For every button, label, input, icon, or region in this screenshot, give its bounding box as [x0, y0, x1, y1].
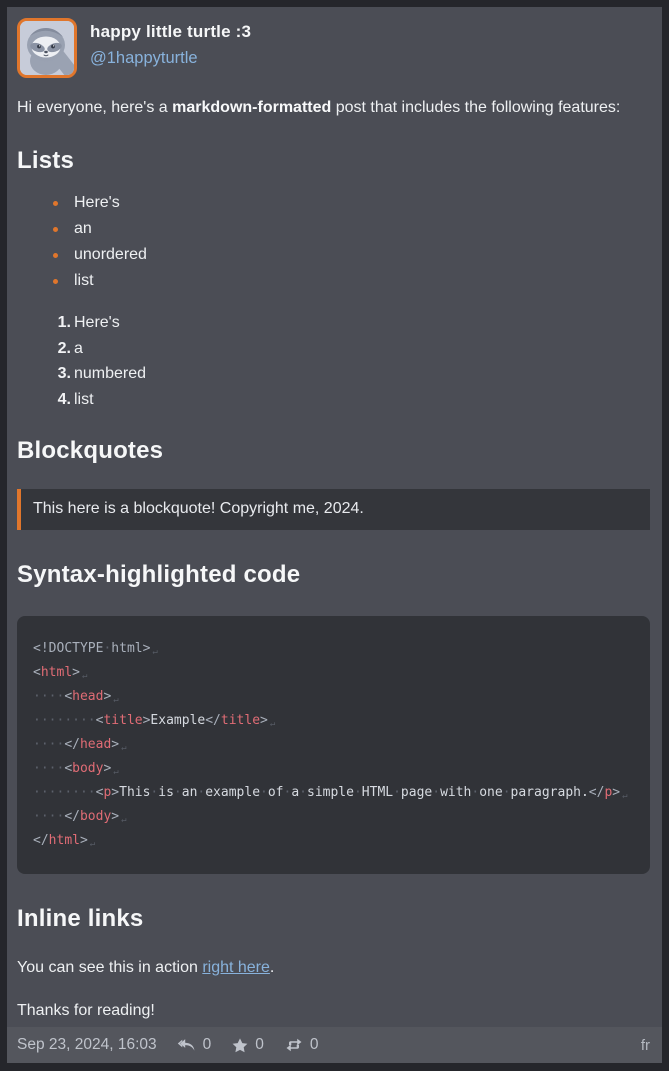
code-line: ····</head>↵	[33, 733, 634, 757]
code-line: ····</body>↵	[33, 805, 634, 829]
blockquote: This here is a blockquote! Copyright me,…	[17, 489, 650, 530]
list-text: list	[74, 391, 94, 408]
link-paragraph: You can see this in action right here.	[17, 955, 650, 981]
post-card: happy little turtle :3 @1happyturtle Hi …	[7, 7, 662, 1063]
ordered-list: 1.Here's 2.a 3.numbered 4.list	[17, 310, 650, 412]
lists-heading: Lists	[17, 147, 650, 175]
reply-count: 0	[203, 1036, 212, 1054]
post-footer: Sep 23, 2024, 16:03 0 0	[7, 1027, 662, 1063]
timestamp[interactable]: Sep 23, 2024, 16:03	[17, 1036, 157, 1054]
list-item: 3.numbered	[17, 361, 650, 387]
code-line: <html>↵	[33, 661, 634, 685]
boost-icon	[285, 1038, 310, 1052]
post-body: Hi everyone, here's a markdown-formatted…	[7, 78, 662, 1024]
code-line: ····<head>↵	[33, 685, 634, 709]
favorite-button[interactable]: 0	[232, 1036, 264, 1054]
list-number: 3.	[58, 361, 71, 387]
code-line: <!DOCTYPE·html>↵	[33, 637, 634, 661]
list-item: 1.Here's	[17, 310, 650, 336]
unordered-list: Here's an unordered list	[17, 190, 650, 294]
code-line: ········<title>Example</title>↵	[33, 709, 634, 733]
star-icon	[232, 1038, 255, 1053]
inline-links-heading: Inline links	[17, 905, 650, 933]
favorite-count: 0	[255, 1036, 264, 1054]
newline-marker-icon: ↵	[90, 839, 95, 849]
newline-marker-icon: ↵	[121, 815, 126, 825]
list-item: Here's	[17, 190, 650, 216]
intro-text-before: Hi everyone, here's a	[17, 99, 172, 116]
newline-marker-icon: ↵	[82, 671, 87, 681]
newline-marker-icon: ↵	[152, 647, 157, 657]
newline-marker-icon: ↵	[622, 791, 627, 801]
intro-text-after: post that includes the following feature…	[331, 99, 620, 116]
list-number: 2.	[58, 336, 71, 362]
list-item: list	[17, 268, 650, 294]
newline-marker-icon: ↵	[121, 743, 126, 753]
list-text: a	[74, 340, 83, 357]
sloth-avatar-icon	[20, 21, 74, 75]
reply-button[interactable]: 0	[177, 1036, 212, 1054]
avatar[interactable]	[17, 18, 77, 78]
display-name: happy little turtle :3	[90, 22, 251, 42]
list-text: numbered	[74, 365, 146, 382]
code-line: ········<p>This·is·an·example·of·a·simpl…	[33, 781, 634, 805]
blockquotes-heading: Blockquotes	[17, 437, 650, 465]
code-block: <!DOCTYPE·html>↵<html>↵····<head>↵······…	[17, 616, 650, 874]
list-text: Here's	[74, 314, 120, 331]
newline-marker-icon: ↵	[113, 695, 118, 705]
boost-button[interactable]: 0	[285, 1036, 319, 1054]
list-item: 2.a	[17, 336, 650, 362]
code-heading: Syntax-highlighted code	[17, 561, 650, 589]
link-text-after: .	[270, 959, 274, 976]
language-tag[interactable]: fr	[641, 1037, 650, 1054]
list-number: 4.	[58, 387, 71, 413]
code-line: ····<body>↵	[33, 757, 634, 781]
newline-marker-icon: ↵	[113, 767, 118, 777]
post-header: happy little turtle :3 @1happyturtle	[7, 7, 662, 78]
right-here-link[interactable]: right here	[202, 959, 270, 976]
code-line: </html>↵	[33, 829, 634, 853]
newline-marker-icon: ↵	[270, 719, 275, 729]
list-item: unordered	[17, 242, 650, 268]
outro-paragraph: Thanks for reading!	[17, 998, 650, 1024]
link-text-before: You can see this in action	[17, 959, 202, 976]
list-item: an	[17, 216, 650, 242]
author-block: happy little turtle :3 @1happyturtle	[90, 18, 251, 68]
list-number: 1.	[58, 310, 71, 336]
author-handle[interactable]: @1happyturtle	[90, 49, 251, 68]
list-item: 4.list	[17, 387, 650, 413]
reply-icon	[177, 1038, 203, 1053]
intro-bold-text: markdown-formatted	[172, 99, 331, 116]
intro-paragraph: Hi everyone, here's a markdown-formatted…	[17, 95, 650, 121]
boost-count: 0	[310, 1036, 319, 1054]
